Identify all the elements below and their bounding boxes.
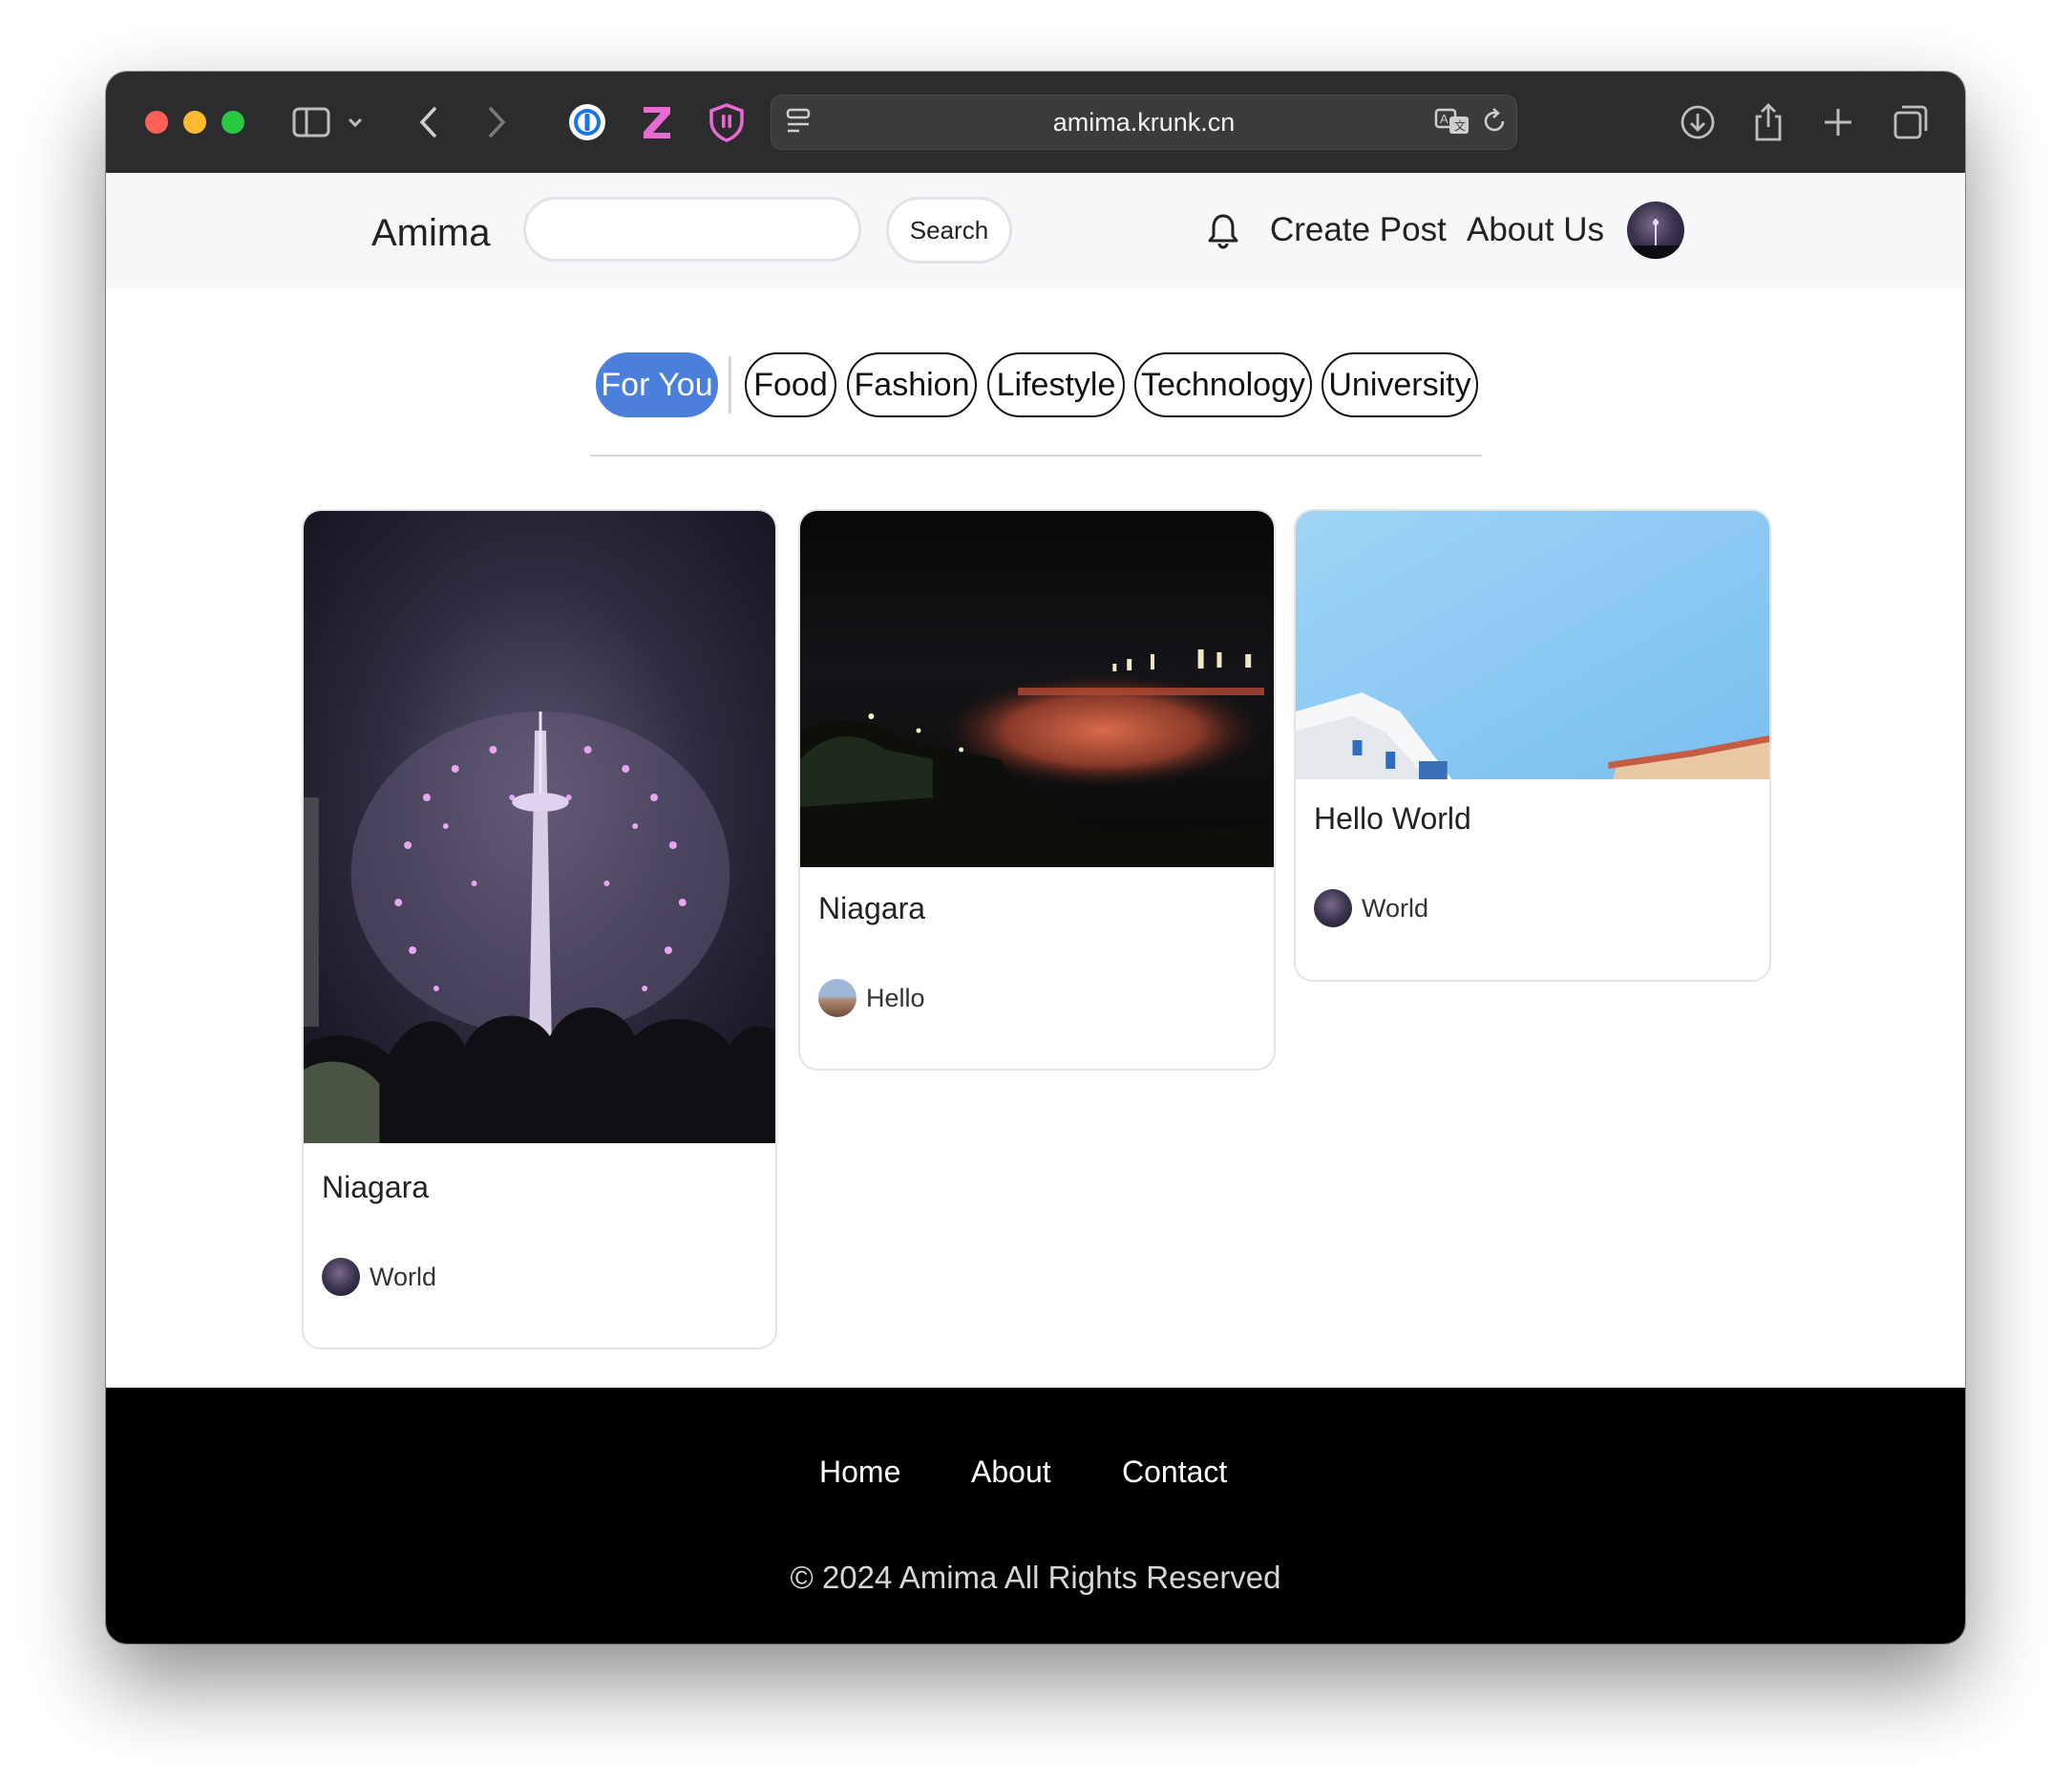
- category-for-you[interactable]: For You: [596, 352, 718, 417]
- post-title[interactable]: Niagara: [818, 891, 925, 926]
- post-author[interactable]: Hello: [818, 979, 925, 1017]
- create-post-link[interactable]: Create Post: [1270, 211, 1447, 249]
- zoom-window-button[interactable]: [222, 111, 244, 134]
- author-avatar: [322, 1258, 360, 1296]
- url-text[interactable]: amima.krunk.cn: [772, 108, 1516, 138]
- address-bar[interactable]: amima.krunk.cn A文: [771, 95, 1517, 150]
- about-us-link[interactable]: About Us: [1467, 211, 1604, 249]
- forward-arrow-icon[interactable]: [475, 100, 518, 144]
- site-logo[interactable]: Amima: [371, 212, 490, 255]
- downloads-icon[interactable]: [1676, 100, 1720, 144]
- z-extension-icon[interactable]: [635, 100, 679, 144]
- tab-overview-icon[interactable]: [1889, 100, 1933, 144]
- author-name: Hello: [866, 983, 925, 1012]
- footer-link-about[interactable]: About: [971, 1455, 1051, 1490]
- search-input[interactable]: [523, 197, 861, 262]
- shield-extension-icon[interactable]: [705, 100, 749, 144]
- post-card[interactable]: Niagara Hello: [798, 509, 1276, 1071]
- category-food[interactable]: Food: [745, 352, 836, 417]
- category-separator: [590, 455, 1482, 457]
- post-title[interactable]: Hello World: [1314, 801, 1471, 837]
- category-technology[interactable]: Technology: [1134, 352, 1312, 417]
- translate-icon[interactable]: A文: [1434, 107, 1472, 140]
- category-university[interactable]: University: [1321, 352, 1478, 417]
- footer-link-contact[interactable]: Contact: [1122, 1455, 1227, 1490]
- site-header: Amima Search Create Post About Us: [106, 173, 1965, 288]
- share-icon[interactable]: [1746, 100, 1790, 144]
- night-falls-photo: [800, 511, 1274, 867]
- copyright-text: © 2024 Amima All Rights Reserved: [790, 1560, 1281, 1595]
- reload-icon[interactable]: [1480, 107, 1509, 140]
- author-name: World: [370, 1262, 437, 1291]
- author-avatar: [818, 979, 856, 1017]
- category-fashion[interactable]: Fashion: [847, 352, 977, 417]
- svg-text:文: 文: [1454, 118, 1466, 133]
- svg-text:A: A: [1440, 112, 1448, 126]
- post-card[interactable]: Niagara World: [302, 509, 777, 1349]
- browser-toolbar: amima.krunk.cn A文: [106, 72, 1965, 174]
- author-avatar: [1314, 889, 1352, 927]
- post-author[interactable]: World: [322, 1258, 436, 1296]
- post-title[interactable]: Niagara: [322, 1170, 429, 1205]
- bell-icon[interactable]: [1206, 212, 1240, 250]
- category-divider: [729, 356, 731, 414]
- user-avatar[interactable]: [1627, 202, 1684, 259]
- close-window-button[interactable]: [145, 111, 168, 134]
- browser-window: amima.krunk.cn A文 Amima Search Create Po…: [106, 72, 1965, 1644]
- blue-sky-building-photo: [1296, 511, 1769, 779]
- post-author[interactable]: World: [1314, 889, 1428, 927]
- new-tab-plus-icon[interactable]: [1816, 100, 1860, 144]
- footer-link-home[interactable]: Home: [819, 1455, 900, 1490]
- back-arrow-icon[interactable]: [407, 100, 451, 144]
- post-card[interactable]: Hello World World: [1294, 509, 1771, 982]
- site-footer: Home About Contact © 2024 Amima All Righ…: [106, 1388, 1965, 1644]
- password-manager-icon[interactable]: [565, 100, 609, 144]
- category-lifestyle[interactable]: Lifestyle: [987, 352, 1125, 417]
- author-name: World: [1362, 893, 1429, 923]
- minimize-window-button[interactable]: [183, 111, 206, 134]
- sidebar-toggle-icon[interactable]: [289, 100, 333, 144]
- search-button[interactable]: Search: [886, 197, 1012, 264]
- chevron-down-icon[interactable]: [341, 100, 370, 144]
- fireworks-tower-photo: [304, 511, 775, 1143]
